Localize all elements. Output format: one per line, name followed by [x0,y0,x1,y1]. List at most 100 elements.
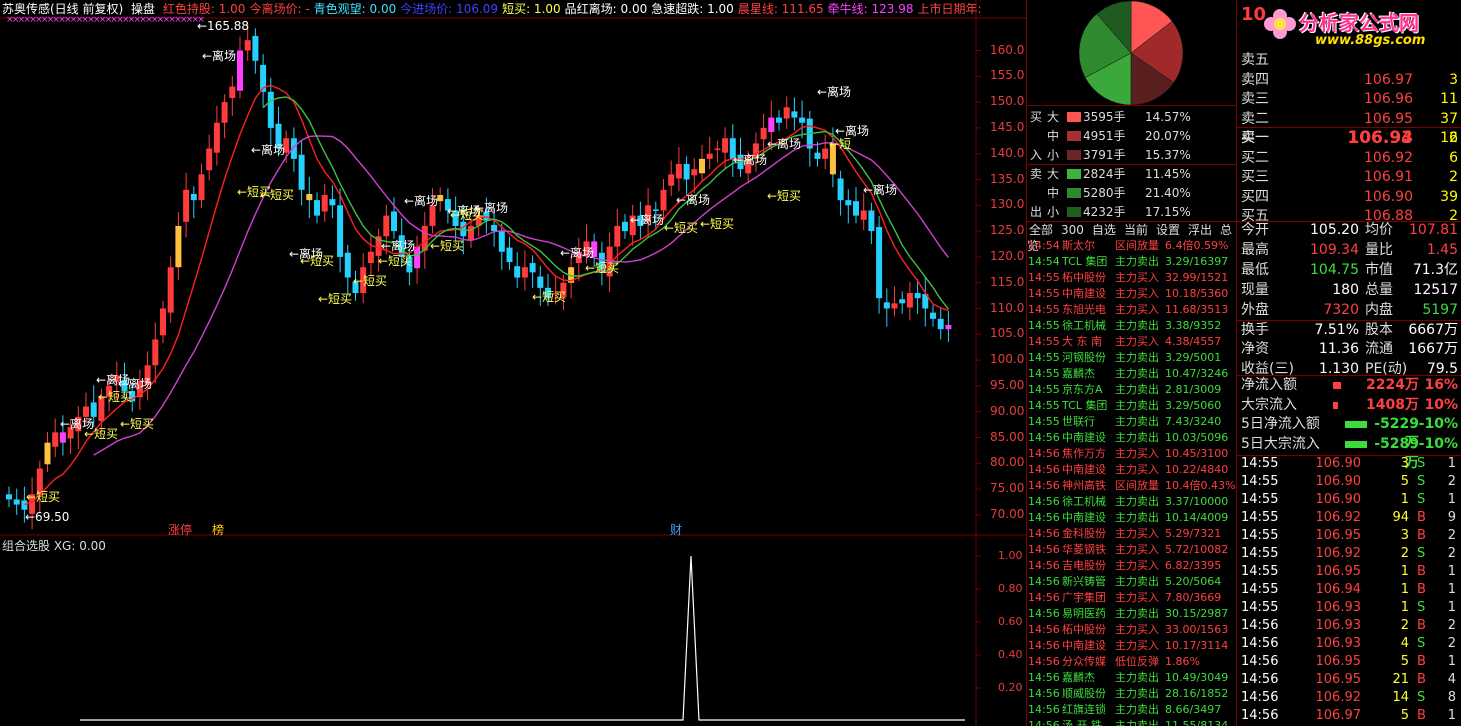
stream-row[interactable]: 14:56 易明医药 主力卖出 30.15/2987 [1027,606,1237,622]
stream-row[interactable]: 14:56 嘉麟杰 主力卖出 10.49/3049 [1027,670,1237,686]
stream-value: 4.38/4557 [1165,335,1222,348]
stream-value: 6.4倍0.59% [1165,239,1229,252]
tick-row[interactable]: 14:55 106.94 1 B 1 [1237,581,1461,599]
tick-row[interactable]: 14:55 106.90 3 S 1 [1237,455,1461,473]
tick-direction: B [1417,582,1426,597]
tick-price: 106.92 [1315,510,1362,525]
stream-row[interactable]: 14:56 金科股份 主力买入 5.29/7321 [1027,526,1237,542]
stream-row[interactable]: 14:56 分众传媒 低位反弹 1.86% [1027,654,1237,670]
stat-label: 市值 [1365,261,1393,278]
stream-row[interactable]: 14:55 中南建设 主力买入 10.18/5360 [1027,286,1237,302]
stream-time: 14:55 [1028,383,1060,396]
bid-label: 买三 [1241,169,1269,186]
stream-event-type: 区间放量 [1115,239,1159,252]
stream-tab[interactable]: 当前 [1124,223,1148,237]
stream-event-type: 主力卖出 [1115,255,1159,268]
tick-row[interactable]: 14:55 106.95 3 B 2 [1237,527,1461,545]
tick-row[interactable]: 14:56 106.95 5 B 1 [1237,653,1461,671]
stream-tab[interactable]: 自选 [1092,223,1116,237]
stream-stock-name: 新兴铸管 [1062,575,1106,588]
tick-volume: 3 [1400,456,1409,471]
price-axis-tick: 95.00 [990,377,1025,392]
stream-row[interactable]: 14:56 焦作万方 主力买入 10.45/3100 [1027,446,1237,462]
stat-value: 7320 [1323,301,1359,318]
candle-body [252,36,259,61]
stream-stock-name: 河钢股份 [1062,351,1106,364]
stream-row[interactable]: 14:55 徐工机械 主力卖出 3.38/9352 [1027,318,1237,334]
stream-row[interactable]: 14:55 嘉麟杰 主力卖出 10.47/3246 [1027,366,1237,382]
candle-body [691,169,698,176]
stream-row[interactable]: 14:56 徐工机械 主力卖出 3.37/10000 [1027,494,1237,510]
fund-flow-row: 5日净流入额 -5229万 -10% [1237,415,1461,451]
flow-volume: 3791手 [1083,148,1126,162]
stream-row[interactable]: 14:56 中南建设 主力卖出 10.03/5096 [1027,430,1237,446]
tick-row[interactable]: 14:55 106.95 1 B 1 [1237,563,1461,581]
flow-percent: 14.57% [1145,110,1191,124]
stream-row[interactable]: 14:56 华菱钢铁 主力买入 5.72/10082 [1027,542,1237,558]
stream-row[interactable]: 14:54 TCL 集团 主力卖出 3.29/16397 [1027,254,1237,270]
tick-row[interactable]: 14:56 106.93 4 S 2 [1237,635,1461,653]
tick-row[interactable]: 14:55 106.90 1 S 1 [1237,491,1461,509]
stream-row[interactable]: 14:56 柘中股份 主力买入 33.00/1563 [1027,622,1237,638]
stream-event-type: 主力卖出 [1115,575,1159,588]
tick-time: 14:55 [1241,600,1279,615]
stream-row[interactable]: 14:55 河钢股份 主力卖出 3.29/5001 [1027,350,1237,366]
stream-row[interactable]: 14:56 红旗连锁 主力卖出 8.66/3497 [1027,702,1237,718]
kline-chart-svg[interactable]: ←165.88←69.50←离场←离场←离场←离场←离场←离场←离场←离场←离场… [0,0,1026,726]
stream-row[interactable]: 14:55 大 东 南主力买入 4.38/4557 [1027,334,1237,350]
tick-row[interactable]: 14:56 106.97 5 B 1 [1237,707,1461,725]
stream-tab[interactable]: 300 [1061,223,1084,237]
stream-row[interactable]: 14:55 柘中股份 主力买入 32.99/1521 [1027,270,1237,286]
tick-row[interactable]: 14:56 106.92 14 S 8 [1237,689,1461,707]
stream-value: 7.80/3669 [1165,591,1222,604]
tick-direction: B [1417,510,1426,525]
tick-row[interactable]: 14:55 106.92 94 B 9 [1237,509,1461,527]
stream-row[interactable]: 14:55 世联行 主力卖出 7.43/3240 [1027,414,1237,430]
stream-tab[interactable]: 全部 [1029,223,1053,237]
tick-row[interactable]: 14:56 106.95 21 B 4 [1237,671,1461,689]
tick-row[interactable]: 14:55 106.92 2 S 2 [1237,545,1461,563]
stream-row[interactable]: 14:56 神州高铁 区间放量 10.4倍0.43% [1027,478,1237,494]
price-axis-tick: 125.0 [990,223,1025,238]
stream-stock-name: 嘉麟杰 [1062,367,1095,380]
stream-row[interactable]: 14:56 中南建设 主力买入 10.17/3114 [1027,638,1237,654]
stream-row[interactable]: 14:55 东旭光电 主力买入 11.68/3513 [1027,302,1237,318]
price-axis-tick: 80.00 [990,455,1025,470]
tick-row[interactable]: 14:56 106.93 2 B 2 [1237,617,1461,635]
flow-percent: 11.45% [1145,167,1191,181]
stream-tab[interactable]: 浮出 [1188,223,1212,237]
ask-price: 106.97 [1364,71,1413,88]
stream-row[interactable]: 14:54 斯太尔 区间放量 6.4倍0.59% [1027,238,1237,254]
stream-row[interactable]: 14:55 京东方A 主力卖出 2.81/3009 [1027,382,1237,398]
stream-row[interactable]: 14:56 新兴铸管 主力卖出 5.20/5064 [1027,574,1237,590]
fund-flow-pct: -10% [1418,435,1458,452]
tick-row[interactable]: 14:55 106.90 5 S 2 [1237,473,1461,491]
tick-row[interactable]: 14:55 106.93 1 S 1 [1237,599,1461,617]
market-stream-list[interactable]: 14:54 斯太尔 区间放量 6.4倍0.59% 14:54 TCL 集团 主力卖出 3.29… [1027,238,1237,726]
stream-time: 14:56 [1028,447,1060,460]
legend-item: 上市日期年: [917,2,982,16]
stream-row[interactable]: 14:56 顺威股份 主力卖出 28.16/1852 [1027,686,1237,702]
kline-chart-area[interactable]: ←165.88 ←69.50 ←离场 ←离场 ←离场 ←离场 ←离场 ←离场 ←离场 ←离场 ←离场… [0,0,1026,726]
stream-stock-name: 京东方A [1062,383,1103,396]
stream-row[interactable]: 14:56 中南建设 主力买入 10.22/4840 [1027,462,1237,478]
exit-signal-label: ←离场 [863,182,897,197]
price-axis-tick: 85.00 [990,429,1025,444]
stream-time: 14:55 [1028,351,1060,364]
stream-event-type: 主力卖出 [1115,351,1159,364]
tick-count: 8 [1447,690,1456,705]
tick-direction: B [1417,708,1426,723]
stream-row[interactable]: 14:56 中南建设 主力卖出 10.14/4009 [1027,510,1237,526]
candle-body [529,263,536,273]
stream-value: 1.86% [1165,655,1200,668]
stream-row[interactable]: 14:56 吉电股份 主力买入 6.82/3395 [1027,558,1237,574]
stream-row[interactable]: 14:56 汤 开 铁 主力卖出 11.55/8134 [1027,718,1237,726]
stream-tab[interactable]: 设置 [1156,223,1180,237]
stream-row[interactable]: 14:55 TCL 集团 主力卖出 3.29/5060 [1027,398,1237,414]
quote-stat-row: 现量 180 总量 12517 [1237,281,1461,300]
stream-row[interactable]: 14:56 广宇集团 主力买入 7.80/3669 [1027,590,1237,606]
tick-volume: 2 [1400,546,1409,561]
stream-time: 14:56 [1028,511,1060,524]
candle-body [521,267,528,278]
tick-count: 1 [1447,708,1456,723]
